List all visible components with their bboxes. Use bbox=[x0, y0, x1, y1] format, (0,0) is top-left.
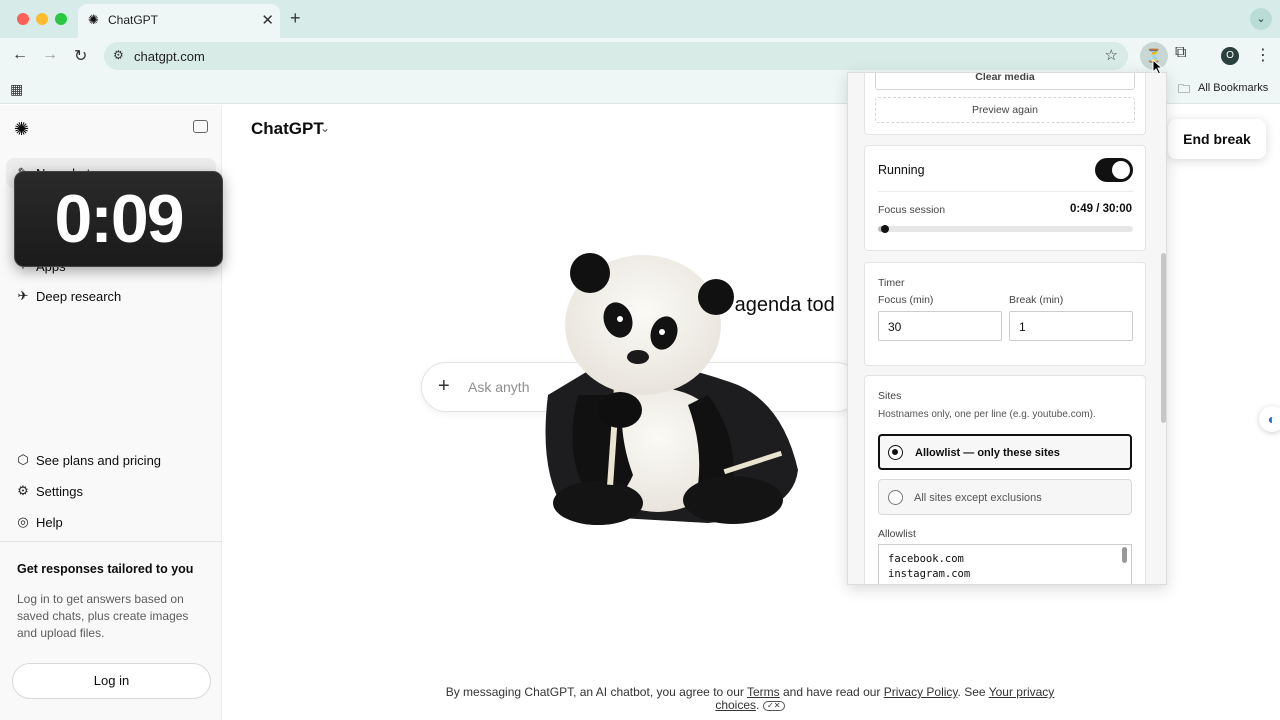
site-settings-icon[interactable]: ⚙ bbox=[113, 48, 124, 62]
timer-label: Timer bbox=[878, 277, 905, 289]
footer-see: . See bbox=[957, 685, 989, 699]
model-selector[interactable]: ChatGPT bbox=[251, 119, 324, 139]
privacy-policy-link[interactable]: Privacy Policy bbox=[884, 685, 958, 699]
browser-tab[interactable]: ✺ ChatGPT ✕ bbox=[78, 4, 280, 38]
close-tab-icon[interactable]: ✕ bbox=[261, 11, 274, 29]
browser-menu-icon[interactable]: ⋮ bbox=[1255, 45, 1271, 65]
url-text: chatgpt.com bbox=[134, 49, 205, 64]
forward-arrow-icon[interactable]: → bbox=[42, 46, 58, 64]
help-icon: ◎ bbox=[17, 514, 29, 529]
profile-avatar[interactable]: O bbox=[1221, 47, 1239, 65]
promo-body: Log in to get answers based on saved cha… bbox=[17, 592, 189, 640]
running-toggle[interactable] bbox=[1095, 158, 1133, 182]
all-bookmarks-link[interactable]: All Bookmarks bbox=[1198, 82, 1268, 94]
allowlist-option-label: Allowlist — only these sites bbox=[915, 447, 1060, 459]
footer-prefix: By messaging ChatGPT, an AI chatbot, you… bbox=[445, 685, 747, 699]
break-min-input[interactable]: 1 bbox=[1009, 311, 1133, 341]
sidebar-item-settings[interactable]: ⚙ Settings bbox=[6, 476, 216, 506]
focus-min-label: Focus (min) bbox=[878, 294, 934, 306]
focus-min-input[interactable]: 30 bbox=[878, 311, 1002, 341]
plans-icon: ⬡ bbox=[17, 452, 29, 467]
browser-tab-bar: ✺ ChatGPT ✕ + ⌄ bbox=[0, 0, 1280, 38]
login-button[interactable]: Log in bbox=[12, 663, 211, 699]
focus-timer-overlay: 0:09 bbox=[14, 171, 223, 267]
address-bar[interactable]: ⚙ chatgpt.com ☆ bbox=[104, 42, 1128, 70]
reload-icon[interactable]: ↻ bbox=[74, 46, 87, 66]
extensions-puzzle-icon[interactable]: ⧉ bbox=[1175, 44, 1186, 62]
sidebar-item-deep-research[interactable]: ✈ Deep research bbox=[6, 281, 216, 311]
media-card: Clear media Preview again bbox=[864, 73, 1146, 135]
privacy-choices-icon: ✓✕ bbox=[762, 700, 785, 711]
promo-title: Get responses tailored to you bbox=[17, 562, 194, 576]
plus-icon[interactable]: + bbox=[438, 375, 450, 398]
focus-progress-knob bbox=[880, 225, 889, 233]
mouse-cursor-icon bbox=[1152, 59, 1164, 75]
focus-progress-track bbox=[878, 225, 1133, 233]
gear-icon: ⚙ bbox=[17, 483, 29, 498]
sites-label: Sites bbox=[878, 390, 902, 402]
allowlist-entry: instagram.com bbox=[888, 568, 971, 580]
sidebar-item-plans[interactable]: ⬡ See plans and pricing bbox=[6, 445, 216, 475]
radio-selected-icon bbox=[888, 445, 903, 460]
allowlist-entry: facebook.com bbox=[888, 553, 964, 565]
panda-image bbox=[545, 253, 798, 525]
focus-session-label: Focus session bbox=[878, 204, 946, 216]
folder-icon: 🗀 bbox=[1178, 82, 1191, 96]
allowlist-textarea[interactable]: facebook.com instagram.com bbox=[878, 544, 1132, 584]
tab-title: ChatGPT bbox=[108, 13, 159, 27]
browser-toolbar: ← → ↻ ⚙ chatgpt.com ☆ ⏳ ⧉ O ⋮ bbox=[0, 38, 1280, 74]
footer-disclaimer: By messaging ChatGPT, an AI chatbot, you… bbox=[430, 686, 1070, 712]
allowlist-radio-option[interactable]: Allowlist — only these sites bbox=[878, 434, 1132, 470]
timer-card: Timer Focus (min) Break (min) 30 1 bbox=[864, 262, 1146, 366]
toggle-knob bbox=[1112, 161, 1130, 179]
sidebar-item-label: Settings bbox=[36, 484, 83, 499]
sites-hint: Hostnames only, one per line (e.g. youtu… bbox=[878, 409, 1096, 420]
preview-again-button[interactable]: Preview again bbox=[875, 97, 1135, 123]
bookmark-star-icon[interactable]: ☆ bbox=[1105, 46, 1118, 64]
focus-session-value: 0:49 / 30:00 bbox=[1069, 203, 1132, 215]
textarea-scrollbar[interactable] bbox=[1122, 547, 1127, 563]
running-card: Running Focus session 0:49 / 30:00 bbox=[864, 145, 1146, 251]
apps-grid-icon[interactable]: ▦ bbox=[10, 81, 23, 98]
running-label: Running bbox=[878, 163, 925, 177]
sidebar-item-label: Deep research bbox=[36, 289, 122, 304]
divider bbox=[878, 191, 1133, 192]
clear-media-button[interactable]: Clear media bbox=[875, 73, 1135, 90]
timer-countdown: 0:09 bbox=[54, 181, 184, 257]
break-min-label: Break (min) bbox=[1009, 294, 1064, 306]
focus-extension-popup: Clear media Preview again Running Focus … bbox=[847, 72, 1167, 585]
sidebar-item-help[interactable]: ◎ Help bbox=[6, 507, 216, 537]
popup-scrollbar[interactable] bbox=[1161, 253, 1166, 423]
toggle-sidebar-icon[interactable] bbox=[193, 120, 208, 133]
divider bbox=[0, 541, 222, 542]
tab-search-chevron-icon[interactable]: ⌄ bbox=[1250, 8, 1272, 30]
assistant-bubble-icon[interactable]: ◐ bbox=[1259, 406, 1280, 432]
sidebar-item-label: See plans and pricing bbox=[36, 453, 162, 468]
end-break-button[interactable]: End break bbox=[1168, 119, 1266, 159]
allowlist-label: Allowlist bbox=[878, 528, 916, 540]
radio-unselected-icon bbox=[888, 490, 903, 505]
minimize-window-button[interactable] bbox=[36, 13, 48, 25]
new-tab-button[interactable]: + bbox=[290, 8, 301, 29]
close-window-button[interactable] bbox=[17, 13, 29, 25]
exclusions-option-label: All sites except exclusions bbox=[914, 492, 1042, 504]
footer-suffix: . bbox=[756, 698, 760, 712]
maximize-window-button[interactable] bbox=[55, 13, 67, 25]
exclusions-radio-option[interactable]: All sites except exclusions bbox=[878, 479, 1132, 515]
sites-card: Sites Hostnames only, one per line (e.g.… bbox=[864, 375, 1146, 584]
telescope-icon: ✈ bbox=[17, 288, 29, 303]
openai-logo-icon[interactable]: ✺ bbox=[14, 119, 29, 140]
footer-middle: and have read our bbox=[779, 685, 884, 699]
chevron-down-icon[interactable]: ⌄ bbox=[320, 121, 330, 135]
sidebar-item-label: Help bbox=[36, 515, 63, 530]
openai-favicon-icon: ✺ bbox=[88, 12, 99, 27]
terms-link[interactable]: Terms bbox=[747, 685, 780, 699]
back-arrow-icon[interactable]: ← bbox=[12, 46, 28, 64]
